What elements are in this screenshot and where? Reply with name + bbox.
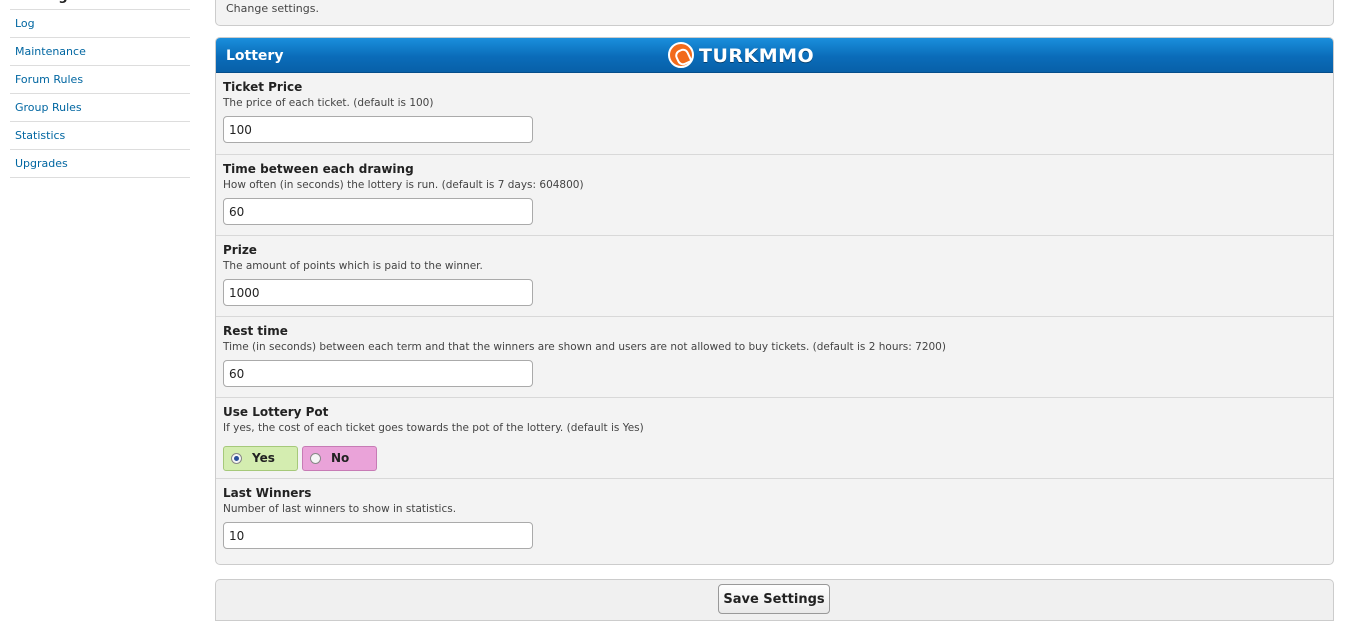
setting-help: Number of last winners to show in statis… xyxy=(223,503,457,515)
rest-time-input[interactable] xyxy=(223,360,533,387)
setting-help: The price of each ticket. (default is 10… xyxy=(223,97,434,109)
setting-label: Time between each drawing xyxy=(223,162,414,176)
sidebar-link-upgrades[interactable]: Upgrades xyxy=(15,157,68,170)
last-winners-input[interactable] xyxy=(223,522,533,549)
sidebar-item-maintenance[interactable]: Maintenance xyxy=(10,38,190,66)
setting-row-last-winners: Last Winners Number of last winners to s… xyxy=(216,479,1333,561)
setting-row-prize: Prize The amount of points which is paid… xyxy=(216,236,1333,317)
sidebar-item-log[interactable]: Log xyxy=(10,10,190,38)
lottery-settings-panel: Lottery TURKMMO Ticket Price The price o… xyxy=(215,37,1334,565)
settings-description-box: Change settings. xyxy=(215,0,1334,26)
setting-help: How often (in seconds) the lottery is ru… xyxy=(223,179,584,191)
setting-help: Time (in seconds) between each term and … xyxy=(223,341,946,353)
ticket-price-input[interactable] xyxy=(223,116,533,143)
sidebar-link-statistics[interactable]: Statistics xyxy=(15,129,65,142)
logo-icon xyxy=(668,42,694,68)
setting-row-rest-time: Rest time Time (in seconds) between each… xyxy=(216,317,1333,398)
sidebar-link-forum-rules[interactable]: Forum Rules xyxy=(15,73,83,86)
sidebar-item-forum-rules[interactable]: Forum Rules xyxy=(10,66,190,94)
sidebar-item-upgrades[interactable]: Upgrades xyxy=(10,150,190,178)
radio-unchecked-icon[interactable] xyxy=(310,453,321,464)
setting-label: Rest time xyxy=(223,324,288,338)
sidebar-heading: Settings xyxy=(14,0,134,9)
setting-label: Ticket Price xyxy=(223,80,303,94)
setting-label: Use Lottery Pot xyxy=(223,405,329,419)
sidebar-item-statistics[interactable]: Statistics xyxy=(10,122,190,150)
form-actions-bar: Save Settings xyxy=(215,579,1334,621)
setting-label: Prize xyxy=(223,243,257,257)
sidebar-link-maintenance[interactable]: Maintenance xyxy=(15,45,86,58)
settings-description: Change settings. xyxy=(226,2,319,15)
save-settings-button[interactable]: Save Settings xyxy=(718,584,830,614)
setting-row-ticket-price: Ticket Price The price of each ticket. (… xyxy=(216,73,1333,155)
pot-no-label: No xyxy=(331,451,350,465)
pot-yes-option[interactable]: Yes xyxy=(223,446,298,471)
setting-row-drawing-interval: Time between each drawing How often (in … xyxy=(216,155,1333,236)
turkmmo-logo: TURKMMO xyxy=(668,41,828,71)
prize-input[interactable] xyxy=(223,279,533,306)
sidebar-item-group-rules[interactable]: Group Rules xyxy=(10,94,190,122)
pot-no-option[interactable]: No xyxy=(302,446,377,471)
sidebar-link-log[interactable]: Log xyxy=(15,17,35,30)
drawing-interval-input[interactable] xyxy=(223,198,533,225)
setting-help: If yes, the cost of each ticket goes tow… xyxy=(223,422,644,434)
sidebar-menu: Log Maintenance Forum Rules Group Rules … xyxy=(10,10,190,178)
sidebar-link-group-rules[interactable]: Group Rules xyxy=(15,101,82,114)
panel-header: Lottery TURKMMO xyxy=(216,38,1333,73)
pot-yes-label: Yes xyxy=(252,451,275,465)
radio-checked-icon[interactable] xyxy=(231,453,242,464)
setting-row-lottery-pot: Use Lottery Pot If yes, the cost of each… xyxy=(216,398,1333,479)
panel-title: Lottery xyxy=(226,48,284,64)
logo-text: TURKMMO xyxy=(699,45,815,67)
setting-label: Last Winners xyxy=(223,486,312,500)
setting-help: The amount of points which is paid to th… xyxy=(223,260,483,272)
